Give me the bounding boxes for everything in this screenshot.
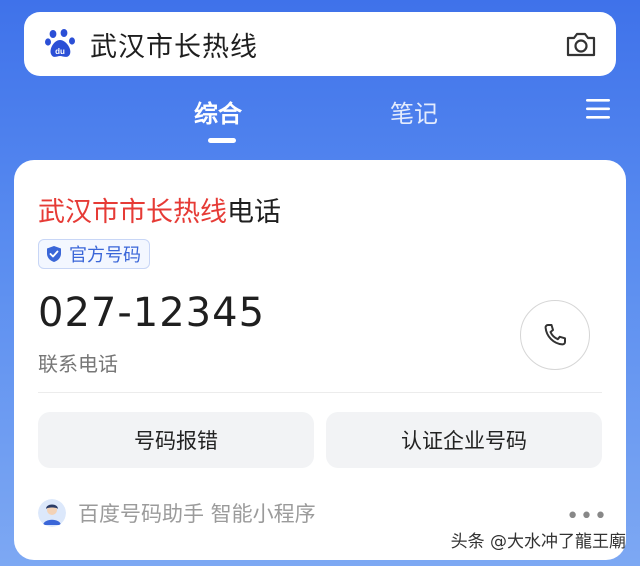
- phone-icon: [544, 324, 566, 346]
- more-icon[interactable]: •••: [566, 504, 608, 529]
- phone-label: 联系电话: [38, 352, 118, 376]
- result-card: 武汉市市长热线电话 官方号码 027-12345 联系电话 号码报错 认证企业号…: [14, 160, 626, 560]
- baidu-paw-icon: du: [45, 29, 75, 57]
- certify-business-button[interactable]: 认证企业号码: [326, 412, 602, 468]
- tab-comprehensive[interactable]: 综合: [194, 94, 242, 129]
- menu-icon[interactable]: [586, 98, 610, 120]
- search-bar[interactable]: du 武汉市长热线: [24, 12, 616, 76]
- svg-text:du: du: [55, 47, 65, 56]
- camera-icon[interactable]: [564, 27, 598, 61]
- report-error-button[interactable]: 号码报错: [38, 412, 314, 468]
- active-tab-indicator: [208, 138, 236, 143]
- badge-label: 官方号码: [69, 245, 141, 266]
- phone-number: 027-12345: [38, 290, 266, 336]
- result-title[interactable]: 武汉市市长热线电话: [38, 190, 281, 229]
- title-highlight: 武汉市市长热线: [38, 197, 227, 228]
- mini-program-label: 百度号码助手 智能小程序: [78, 502, 316, 526]
- title-suffix: 电话: [227, 197, 281, 228]
- tab-notes[interactable]: 笔记: [390, 94, 438, 129]
- assistant-avatar-icon: [38, 499, 66, 527]
- divider: [38, 392, 602, 393]
- shield-check-icon: [47, 246, 61, 262]
- call-button[interactable]: [520, 300, 590, 370]
- mini-program-footer[interactable]: 百度号码助手 智能小程序 •••: [38, 496, 608, 530]
- watermark: 头条 @大水冲了龍王廟: [450, 532, 626, 552]
- tab-bar: 综合 笔记: [0, 86, 640, 146]
- official-badge: 官方号码: [38, 239, 150, 269]
- search-input[interactable]: 武汉市长热线: [90, 25, 564, 64]
